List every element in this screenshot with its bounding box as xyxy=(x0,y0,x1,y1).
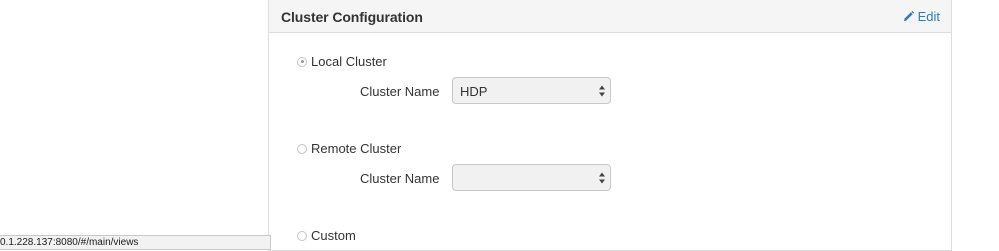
browser-status-bar: 0.1.228.137:8080/#/main/views xyxy=(0,235,271,250)
local-cluster-name-label: Cluster Name xyxy=(360,84,440,99)
up-down-arrows-icon xyxy=(599,172,605,184)
panel-heading: Cluster Configuration Edit xyxy=(269,0,951,33)
remote-cluster-radio[interactable] xyxy=(297,143,307,154)
remote-cluster-option[interactable]: Remote Cluster xyxy=(297,141,401,156)
remote-cluster-name-select[interactable] xyxy=(452,164,611,191)
custom-option[interactable]: Custom xyxy=(297,228,356,243)
cluster-configuration-panel: Cluster Configuration Edit Local Cluster… xyxy=(268,0,952,251)
remote-cluster-label: Remote Cluster xyxy=(311,141,402,156)
panel-title: Cluster Configuration xyxy=(281,9,423,25)
local-cluster-label: Local Cluster xyxy=(311,54,387,69)
local-cluster-name-value: HDP xyxy=(460,84,488,99)
custom-label: Custom xyxy=(311,228,356,243)
local-cluster-name-select[interactable]: HDP xyxy=(452,77,611,104)
local-cluster-radio[interactable] xyxy=(297,56,307,67)
remote-cluster-name-label: Cluster Name xyxy=(360,171,440,186)
edit-link[interactable]: Edit xyxy=(903,9,940,24)
up-down-arrows-icon xyxy=(599,85,605,97)
custom-radio[interactable] xyxy=(297,230,307,241)
pencil-icon xyxy=(903,11,914,22)
edit-label: Edit xyxy=(917,9,940,24)
local-cluster-option[interactable]: Local Cluster xyxy=(297,54,387,69)
